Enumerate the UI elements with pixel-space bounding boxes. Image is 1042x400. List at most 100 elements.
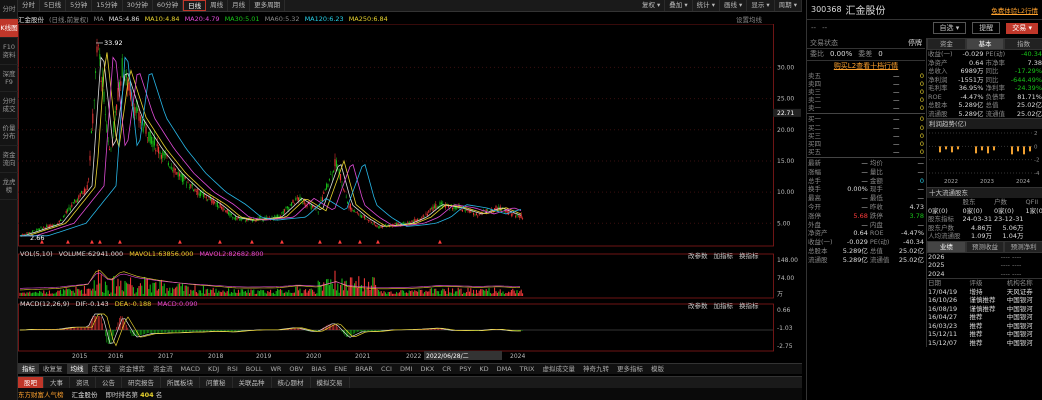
sidebar-item-5[interactable]: 价量分布 [0, 119, 18, 146]
ratings-cell: 中国银河 [1006, 330, 1033, 338]
toolbar-action-4[interactable]: 显示 ▾ [747, 0, 775, 11]
info-tab-4[interactable]: 研究报告 [122, 376, 161, 389]
fund-tab-2[interactable]: 指数 [1004, 38, 1042, 50]
period-tab-2[interactable]: 5分钟 [66, 0, 93, 11]
period-tab-8[interactable]: 月线 [228, 0, 251, 11]
indicator-tab-5[interactable]: 资金流 [149, 364, 177, 374]
candle-body [435, 203, 437, 209]
indicator-tab-7[interactable]: KDJ [204, 364, 223, 374]
forecast-tab-0[interactable]: 业绩 [927, 240, 966, 253]
buy-l2-link[interactable]: 购买L2查看十档行情 [807, 61, 925, 72]
alert-button[interactable]: 提醒 [972, 22, 1001, 34]
ratings-row[interactable]: 16/03/23 推荐 中国银河 [927, 322, 1042, 331]
indicator-tab-19[interactable]: PSY [455, 364, 475, 374]
info-tab-9[interactable]: 模拟交易 [311, 376, 350, 389]
period-tab-3[interactable]: 15分钟 [92, 0, 123, 11]
indicator-tab-2[interactable]: 均线 [66, 364, 88, 374]
toolbar-action-0[interactable]: 复权 ▾ [638, 0, 666, 11]
toolbar-action-1[interactable]: 叠加 ▾ [665, 0, 693, 11]
sidebar-item-2[interactable]: F10资料 [0, 38, 18, 65]
indicator-tab-8[interactable]: RSI [223, 364, 242, 374]
vol-bar [394, 293, 396, 296]
toolbar-action-2[interactable]: 统计 ▾ [693, 0, 720, 11]
ma-settings-link[interactable]: 设置均线 [736, 14, 762, 24]
sidebar-item-7[interactable]: 龙虎榜 [0, 173, 18, 200]
indicator-tab-21[interactable]: DMA [493, 364, 516, 374]
info-tab-7[interactable]: 关联品种 [233, 376, 272, 389]
indicator-tab-17[interactable]: DKX [416, 364, 438, 374]
indicator-tab-18[interactable]: CR [438, 364, 455, 374]
period-tab-6[interactable]: 日线 [183, 0, 207, 11]
toolbar-action-3[interactable]: 画线 ▾ [720, 0, 748, 11]
vol-bar [202, 285, 204, 296]
stock-name: 汇金股份 [18, 15, 44, 24]
sidebar-item-1[interactable]: K线图 [0, 19, 18, 38]
forecast-tab-2[interactable]: 预测净利 [1004, 240, 1042, 253]
macd-switch-indicator-button[interactable]: 换指标 [739, 300, 759, 310]
fund-tab-1[interactable]: 基本 [965, 38, 1005, 50]
info-tab-2[interactable]: 资讯 [70, 376, 96, 389]
stats-cell: 0 [919, 176, 924, 185]
indicator-tab-1[interactable]: 收复复 [39, 364, 67, 374]
watchlist-button[interactable]: 自选 ▾ [932, 22, 967, 34]
macd-add-indicator-button[interactable]: 加指标 [714, 300, 734, 310]
indicator-tab-13[interactable]: ENE [330, 364, 351, 374]
period-tab-0[interactable]: 分时 [18, 0, 40, 11]
indicator-tab-26[interactable]: 模版 [647, 364, 668, 374]
indicator-tab-25[interactable]: 更多指标 [613, 364, 647, 374]
indicator-tab-0[interactable]: 指标 [18, 364, 39, 374]
indicator-tab-15[interactable]: CCI [377, 364, 396, 374]
indicator-tab-4[interactable]: 资金博弈 [115, 364, 149, 374]
sidebar-item-6[interactable]: 资金流向 [0, 146, 18, 173]
indicator-tab-16[interactable]: DMI [396, 364, 417, 374]
ratings-row[interactable]: 16/04/27 推荐 中国银河 [927, 313, 1042, 322]
period-tab-9[interactable]: 更多周期 [250, 0, 286, 11]
ratings-row[interactable]: 16/10/26 谨慎推荐 中国银河 [927, 296, 1042, 305]
ratings-row[interactable]: 17/04/19 增持 天风证券 [927, 288, 1042, 297]
period-tab-4[interactable]: 30分钟 [123, 0, 153, 11]
macd-edit-params-button[interactable]: 改参数 [688, 300, 708, 310]
info-tab-1[interactable]: 大事 [44, 376, 70, 389]
kline-chart[interactable]: 30.00 25.00 20.00 15.00 10.00 5.00 22.71 148.00… [18, 24, 802, 363]
period-tab-5[interactable]: 60分钟 [153, 0, 184, 11]
vol-add-indicator-button[interactable]: 加指标 [714, 250, 734, 260]
info-tab-0[interactable]: 股吧 [18, 376, 44, 389]
sidebar-item-3[interactable]: 深度F9 [0, 65, 18, 92]
trade-button[interactable]: 交易 ▾ [1006, 22, 1038, 34]
indicator-tab-22[interactable]: TRIX [516, 364, 539, 374]
fund-tab-0[interactable]: 资金 [927, 38, 966, 50]
candle-body [330, 174, 332, 175]
indicator-tab-11[interactable]: OBV [285, 364, 307, 374]
vol-bar [499, 289, 501, 296]
indicator-tab-9[interactable]: BOLL [242, 364, 267, 374]
ratings-row[interactable]: 16/08/19 谨慎推荐 中国银河 [927, 305, 1042, 314]
sidebar-item-0[interactable]: 分时 [0, 0, 18, 19]
ratings-row[interactable]: 15/12/07 推荐 中国银河 [927, 339, 1042, 348]
indicator-tab-6[interactable]: MACD [177, 364, 204, 374]
l2-trial-link[interactable]: 免费体验L2行情 [991, 5, 1038, 15]
info-tab-5[interactable]: 所属板块 [161, 376, 200, 389]
vol-edit-params-button[interactable]: 改参数 [688, 250, 708, 260]
indicator-tab-10[interactable]: WR [266, 364, 285, 374]
holders-cell: 股东户数 [928, 223, 954, 232]
indicator-tab-14[interactable]: BRAR [351, 364, 377, 374]
sidebar-item-4[interactable]: 分时成交 [0, 92, 18, 119]
info-tab-8[interactable]: 核心题材 [272, 376, 311, 389]
toolbar-action-5[interactable]: 周期 ▾ [775, 0, 802, 11]
period-tab-7[interactable]: 周线 [206, 0, 229, 11]
period-tab-1[interactable]: 5日线 [40, 0, 67, 11]
stats-cell: 5.289亿 [842, 246, 868, 255]
indicator-tab-20[interactable]: KD [475, 364, 492, 374]
info-tab-6[interactable]: 问董秘 [200, 376, 233, 389]
info-tab-3[interactable]: 公告 [96, 376, 122, 389]
forecast-tab-1[interactable]: 预测收益 [965, 240, 1005, 253]
indicator-tab-12[interactable]: BIAS [307, 364, 330, 374]
indicator-tab-23[interactable]: 虚拟成交量 [539, 364, 580, 374]
vol-bar [99, 283, 101, 296]
popularity-brand[interactable]: 东方财富人气榜 [18, 389, 64, 399]
vol-switch-indicator-button[interactable]: 换指标 [739, 250, 759, 260]
vol-bar [375, 284, 377, 296]
indicator-tab-3[interactable]: 成交量 [88, 364, 116, 374]
ratings-row[interactable]: 15/12/11 推荐 中国银河 [927, 330, 1042, 339]
indicator-tab-24[interactable]: 神奇九转 [579, 364, 613, 374]
